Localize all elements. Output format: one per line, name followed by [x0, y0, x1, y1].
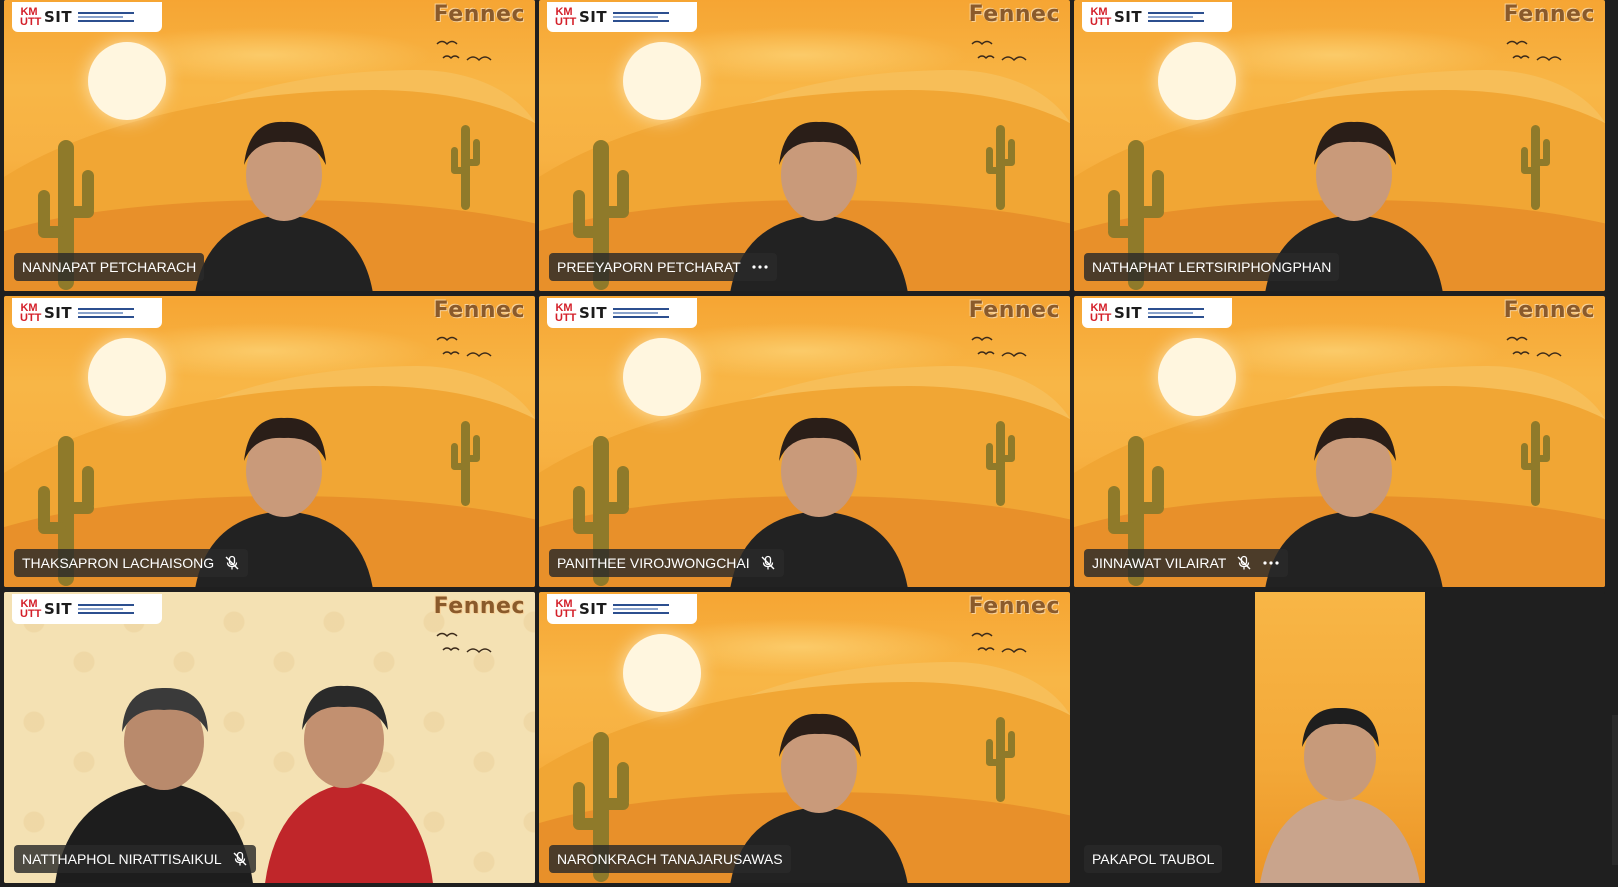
fennec-wordmark: Fennec [968, 594, 1060, 619]
participant-nameplate: NATTHAPHOL NIRATTISAIKUL [14, 845, 256, 873]
more-options-icon[interactable] [751, 259, 769, 275]
logo-subtitle-lines [78, 308, 135, 318]
sit-logo: KM UTT SIT [12, 2, 162, 32]
logo-subtitle-lines [613, 308, 670, 318]
fennec-wordmark: Fennec [433, 2, 525, 27]
sit-logo: KM UTT SIT [1082, 298, 1232, 328]
sit-logo: KM UTT SIT [547, 298, 697, 328]
participant-tile-5[interactable]: KM UTT SIT Fennec PANITHEE VIROJWONGCHAI [539, 296, 1070, 587]
sit-logo: KM UTT SIT [12, 594, 162, 624]
participant-name: NARONKRACH TANAJARUSAWAS [557, 851, 783, 867]
birds [1506, 40, 1562, 62]
participant-nameplate: NANNAPAT PETCHARACH [14, 253, 205, 281]
sit-wordmark: SIT [1114, 304, 1143, 322]
kmutt-logo: KM UTT [555, 302, 577, 324]
sit-wordmark: SIT [44, 8, 73, 26]
fennec-wordmark: Fennec [968, 2, 1060, 27]
fennec-wordmark: Fennec [433, 594, 525, 619]
participant-nameplate: THAKSAPRON LACHAISONG [14, 549, 249, 577]
participant-name: PAKAPOL TAUBOL [1092, 851, 1215, 867]
kmutt-logo: KM UTT [20, 6, 42, 28]
participant-tile-9[interactable]: PAKAPOL TAUBOL [1074, 592, 1605, 883]
participant-name: THAKSAPRON LACHAISONG [22, 555, 215, 571]
logo-subtitle-lines [613, 12, 670, 22]
fennec-wordmark: Fennec [433, 298, 525, 323]
birds [971, 40, 1027, 62]
participant-name: NATTHAPHOL NIRATTISAIKUL [22, 851, 222, 867]
participant-tile-1[interactable]: KM UTT SIT Fennec NANNAPAT PETCHARACH [4, 0, 535, 291]
participant-tile-3[interactable]: KM UTT SIT Fennec NATHAPHAT LERTSIRIPHON… [1074, 0, 1605, 291]
mic-off-icon [224, 555, 240, 571]
sit-logo: KM UTT SIT [547, 594, 697, 624]
participant-nameplate: PREEYAPORN PETCHARAT [549, 253, 777, 281]
participant-video [1260, 707, 1420, 883]
kmutt-logo: KM UTT [20, 302, 42, 324]
participant-nameplate: NATHAPHAT LERTSIRIPHONGPHAN [1084, 253, 1340, 281]
participant-tile-2[interactable]: KM UTT SIT Fennec PREEYAPORN PETCHARAT [539, 0, 1070, 291]
participant-tile-8[interactable]: KM UTT SIT Fennec NARONKRACH TANAJARUSAW… [539, 592, 1070, 883]
sit-wordmark: SIT [1114, 8, 1143, 26]
logo-subtitle-lines [1148, 308, 1205, 318]
logo-subtitle-lines [1148, 12, 1205, 22]
sit-wordmark: SIT [44, 304, 73, 322]
cactus-right [451, 125, 480, 210]
fennec-wordmark: Fennec [968, 298, 1060, 323]
logo-subtitle-lines [613, 604, 670, 614]
participant-name: NATHAPHAT LERTSIRIPHONGPHAN [1092, 259, 1332, 275]
participant-nameplate: PAKAPOL TAUBOL [1084, 845, 1223, 873]
kmutt-logo: KM UTT [1090, 6, 1112, 28]
cactus-right [1521, 125, 1550, 210]
kmutt-logo: KM UTT [555, 6, 577, 28]
birds [1506, 336, 1562, 358]
participant-video-portrait [1255, 592, 1425, 883]
birds [436, 40, 492, 62]
logo-subtitle-lines [78, 604, 135, 614]
sit-logo: KM UTT SIT [547, 2, 697, 32]
participant-nameplate: JINNAWAT VILAIRAT [1084, 549, 1289, 577]
participant-name: PANITHEE VIROJWONGCHAI [557, 555, 750, 571]
participant-name: PREEYAPORN PETCHARAT [557, 259, 741, 275]
cactus-right [451, 421, 480, 506]
mic-off-icon [232, 851, 248, 867]
kmutt-logo: KM UTT [20, 598, 42, 620]
sit-wordmark: SIT [44, 600, 73, 618]
fennec-wordmark: Fennec [1503, 298, 1595, 323]
birds [971, 336, 1027, 358]
cactus-right [986, 125, 1015, 210]
kmutt-logo: KM UTT [555, 598, 577, 620]
participant-grid: KM UTT SIT Fennec NANNAPAT PETCHARACH KM… [4, 0, 1612, 887]
video-call-window: KM UTT SIT Fennec NANNAPAT PETCHARACH KM… [0, 0, 1618, 887]
sit-wordmark: SIT [579, 600, 608, 618]
participant-name: JINNAWAT VILAIRAT [1092, 555, 1227, 571]
participant-tile-7[interactable]: KM UTT SIT Fennec NATTHAPHOL NIRATTISAIK… [4, 592, 535, 883]
birds [971, 632, 1027, 654]
participant-tile-4[interactable]: KM UTT SIT Fennec THAKSAPRON LACHAISONG [4, 296, 535, 587]
cactus-right [986, 421, 1015, 506]
birds [436, 336, 492, 358]
kmutt-logo: KM UTT [1090, 302, 1112, 324]
participant-name: NANNAPAT PETCHARACH [22, 259, 197, 275]
participant-tile-6[interactable]: KM UTT SIT Fennec JINNAWAT VILAIRAT [1074, 296, 1605, 587]
sit-logo: KM UTT SIT [1082, 2, 1232, 32]
cactus-right [1521, 421, 1550, 506]
scrollbar[interactable] [1612, 715, 1618, 865]
mic-off-icon [760, 555, 776, 571]
logo-subtitle-lines [78, 12, 135, 22]
mic-off-icon [1236, 555, 1252, 571]
participant-nameplate: NARONKRACH TANAJARUSAWAS [549, 845, 791, 873]
more-options-icon[interactable] [1262, 555, 1280, 571]
cactus-right [986, 717, 1015, 802]
sit-wordmark: SIT [579, 304, 608, 322]
sit-logo: KM UTT SIT [12, 298, 162, 328]
participant-nameplate: PANITHEE VIROJWONGCHAI [549, 549, 784, 577]
fennec-wordmark: Fennec [1503, 2, 1595, 27]
sit-wordmark: SIT [579, 8, 608, 26]
